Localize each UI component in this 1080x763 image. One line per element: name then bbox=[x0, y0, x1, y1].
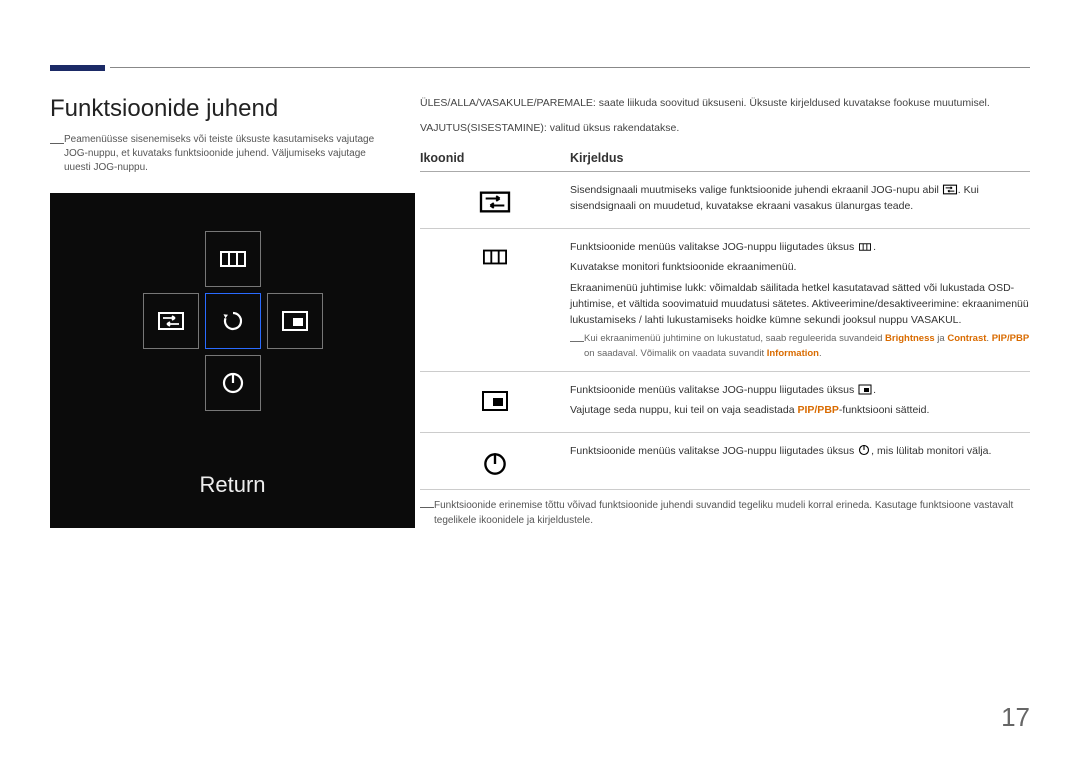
dpad-left bbox=[143, 293, 199, 349]
text: Ekraanimenüü juhtimise lukk: võimaldab s… bbox=[570, 280, 1030, 329]
pip-icon bbox=[857, 383, 873, 396]
icon-table: Ikoonid Kirjeldus Sisendsignaali muutmis… bbox=[420, 151, 1030, 491]
text: , mis lülitab monitori välja. bbox=[871, 445, 991, 457]
osd-screenshot: Return bbox=[50, 193, 415, 528]
row-icon-power bbox=[420, 443, 570, 479]
th-desc: Kirjeldus bbox=[570, 151, 1030, 165]
text: Vajutage seda nuppu, kui teil on vaja se… bbox=[570, 404, 797, 416]
content: Funktsioonide juhend ― Peamenüüsse sisen… bbox=[50, 95, 1030, 528]
kw-pippbp: PIP/PBP bbox=[992, 333, 1030, 344]
source-icon bbox=[942, 183, 958, 196]
dash-icon: ― bbox=[420, 496, 434, 517]
text: . bbox=[819, 348, 822, 359]
row-icon-pip bbox=[420, 382, 570, 423]
th-icons: Ikoonid bbox=[420, 151, 570, 165]
dpad-right bbox=[267, 293, 323, 349]
header-rule bbox=[110, 67, 1030, 68]
text: -funktsiooni sätteid. bbox=[839, 404, 929, 416]
text: Funktsioonide menüüs valitakse JOG-nuppu… bbox=[570, 445, 857, 457]
menu-icon bbox=[857, 241, 873, 253]
page-title: Funktsioonide juhend bbox=[50, 95, 390, 123]
text: Kui ekraanimenüü juhtimine on lukustatud… bbox=[584, 333, 885, 344]
row-desc: Funktsioonide menüüs valitakse JOG-nuppu… bbox=[570, 443, 1030, 479]
dpad-center bbox=[205, 293, 261, 349]
kw-information: Information bbox=[767, 348, 819, 359]
text: . bbox=[873, 384, 876, 396]
text: ja bbox=[937, 333, 947, 344]
row-desc: Funktsioonide menüüs valitakse JOG-nuppu… bbox=[570, 382, 1030, 423]
dpad bbox=[143, 231, 323, 411]
row-icon-source bbox=[420, 182, 570, 219]
row-desc: Funktsioonide menüüs valitakse JOG-nuppu… bbox=[570, 239, 1030, 361]
kw-contrast: Contrast bbox=[947, 333, 986, 344]
dpad-up bbox=[205, 231, 261, 287]
power-icon bbox=[857, 443, 871, 457]
table-header: Ikoonid Kirjeldus bbox=[420, 151, 1030, 172]
text: Funktsioonide menüüs valitakse JOG-nuppu… bbox=[570, 384, 857, 396]
row-desc: Sisendsignaali muutmiseks valige funktsi… bbox=[570, 182, 1030, 219]
page: Funktsioonide juhend ― Peamenüüsse sisen… bbox=[0, 0, 1080, 763]
table-row: Sisendsignaali muutmiseks valige funktsi… bbox=[420, 172, 1030, 230]
text: Sisendsignaali muutmiseks valige funktsi… bbox=[570, 184, 942, 196]
left-note-text: Peamenüüsse sisenemiseks või teiste üksu… bbox=[64, 134, 374, 173]
table-row: Funktsioonide menüüs valitakse JOG-nuppu… bbox=[420, 372, 1030, 434]
kw-brightness: Brightness bbox=[885, 333, 935, 344]
page-number: 17 bbox=[1001, 702, 1030, 733]
table-row: Funktsioonide menüüs valitakse JOG-nuppu… bbox=[420, 433, 1030, 490]
row-icon-menu bbox=[420, 239, 570, 361]
table-row: Funktsioonide menüüs valitakse JOG-nuppu… bbox=[420, 229, 1030, 372]
text: Kuvatakse monitori funktsioonide ekraani… bbox=[570, 259, 1030, 275]
text: on saadaval. Võimalik on vaadata suvandi… bbox=[584, 348, 767, 359]
left-note: ― Peamenüüsse sisenemiseks või teiste ük… bbox=[50, 133, 390, 175]
intro-line-1: ÜLES/ALLA/VASAKULE/PAREMALE: saate liiku… bbox=[420, 95, 1030, 112]
row2-subnote: ― Kui ekraanimenüü juhtimine on lukustat… bbox=[570, 332, 1030, 361]
footnote: ― Funktsioonide erinemise tõttu võivad f… bbox=[420, 498, 1030, 528]
header-accent bbox=[50, 65, 105, 71]
intro-line-2: VAJUTUS(SISESTAMINE): valitud üksus rake… bbox=[420, 120, 1030, 137]
right-column: ÜLES/ALLA/VASAKULE/PAREMALE: saate liiku… bbox=[420, 95, 1030, 528]
text: . bbox=[873, 241, 876, 253]
osd-return-label: Return bbox=[199, 472, 265, 498]
dash-icon: ― bbox=[50, 133, 64, 153]
left-column: Funktsioonide juhend ― Peamenüüsse sisen… bbox=[50, 95, 420, 528]
dash-icon: ― bbox=[570, 330, 584, 351]
kw-pippbp: PIP/PBP bbox=[797, 404, 838, 416]
dpad-down bbox=[205, 355, 261, 411]
footnote-text: Funktsioonide erinemise tõttu võivad fun… bbox=[434, 500, 1013, 526]
text: Funktsioonide menüüs valitakse JOG-nuppu… bbox=[570, 241, 857, 253]
